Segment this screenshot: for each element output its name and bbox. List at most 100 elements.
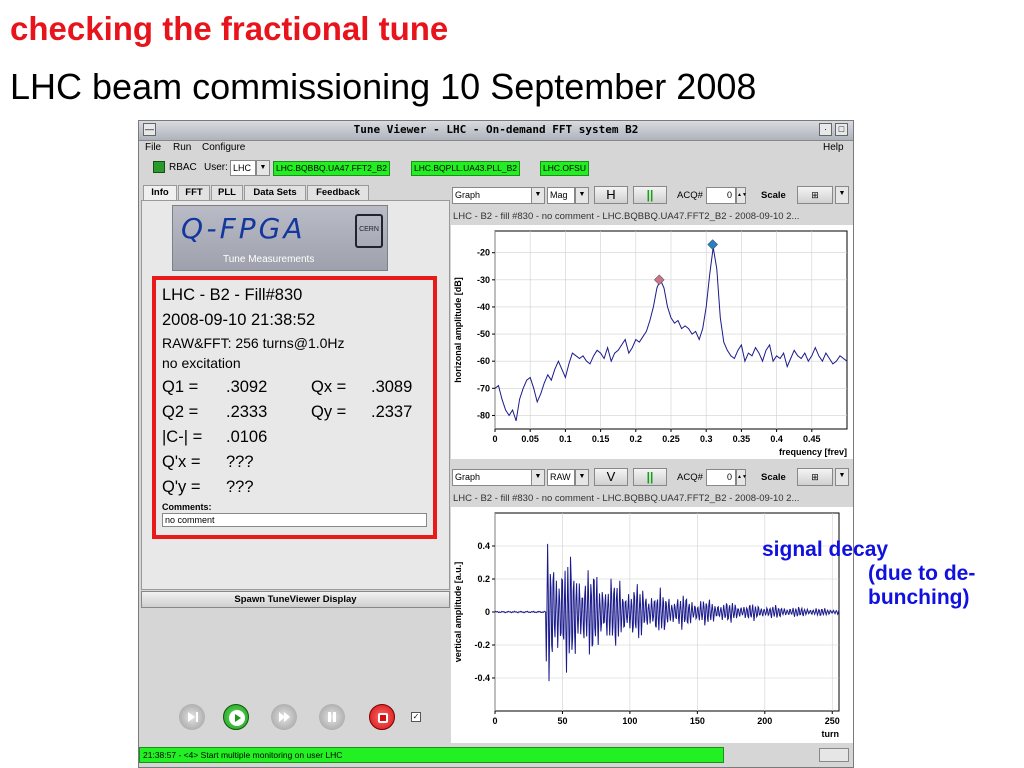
raw-y-tick-label: 0.2 <box>477 574 490 584</box>
top-acq-field[interactable]: 0 <box>706 187 736 204</box>
window-title: Tune Viewer - LHC - On-demand FFT system… <box>353 123 639 136</box>
tab-fft[interactable]: FFT <box>178 185 210 200</box>
menu-help[interactable]: Help <box>823 142 844 153</box>
bottom-view-select[interactable]: Graph <box>452 469 532 486</box>
top-chart-header: LHC - B2 - fill #830 - no comment - LHC.… <box>453 211 800 222</box>
spawn-tuneviewer-button[interactable]: Spawn TuneViewer Display <box>141 591 450 608</box>
bottom-scale-icon[interactable]: ⊞ <box>797 468 833 486</box>
top-pause-button[interactable]: || <box>633 186 667 204</box>
play-icon[interactable] <box>223 704 249 730</box>
fft-x-tick-label: 0.2 <box>630 434 643 444</box>
bottom-scale-dropdown-icon[interactable]: ▼ <box>835 468 849 486</box>
qy-label: Qy = <box>311 403 347 421</box>
tab-data-sets[interactable]: Data Sets <box>244 185 306 200</box>
status-bar: 21:38:57 - <4> Start multiple monitoring… <box>139 747 724 763</box>
menu-configure[interactable]: Configure <box>202 142 245 153</box>
pause-glyph <box>328 712 336 722</box>
skip-start-glyph <box>188 712 198 722</box>
step-forward-icon[interactable] <box>271 704 297 730</box>
menu-run[interactable]: Run <box>173 142 191 153</box>
rbac-icon <box>153 161 165 173</box>
bottom-mode-dropdown-icon[interactable]: ▼ <box>575 469 589 486</box>
raw-x-tick-label: 200 <box>757 716 772 726</box>
raw-x-tick-label: 50 <box>557 716 567 726</box>
chroma-x-value: ??? <box>226 453 254 471</box>
device-badge-pll[interactable]: LHC.BQPLL.UA43.PLL_B2 <box>411 161 521 176</box>
menu-file[interactable]: File <box>145 142 161 153</box>
raw-y-axis-label: vertical amplitude [a.u.] <box>453 562 463 663</box>
fft-y-tick-label: -60 <box>477 356 490 366</box>
fft-x-tick-label: 0.05 <box>521 434 539 444</box>
window-titlebar[interactable]: — Tune Viewer - LHC - On-demand FFT syst… <box>139 121 853 141</box>
tune-viewer-window: — Tune Viewer - LHC - On-demand FFT syst… <box>138 120 854 768</box>
fft-x-tick-label: 0.1 <box>559 434 572 444</box>
bottom-acq-field[interactable]: 0 <box>706 469 736 486</box>
chroma-x-label: Q'x = <box>162 453 201 471</box>
rbac-label[interactable]: RBAC <box>169 162 197 173</box>
qy-value: .2337 <box>371 403 413 421</box>
signal-decay-annotation: signal decay (due to de- bunching) <box>762 538 975 610</box>
bottom-mode-select[interactable]: RAW <box>547 469 575 486</box>
user-label: User: <box>204 162 228 173</box>
minimize-icon[interactable]: · <box>819 123 832 136</box>
coupling-label: |C-| = <box>162 428 203 446</box>
fft-x-tick-label: 0.3 <box>700 434 713 444</box>
toolbar: RBAC User: LHC ▼ LHC.BQBBQ.UA47.FFT2_B2 … <box>139 157 853 181</box>
stop-icon[interactable] <box>369 704 395 730</box>
bottom-acq-spinner-icon[interactable]: ▲▼ <box>736 469 747 486</box>
measurement-panel: LHC - B2 - Fill#830 2008-09-10 21:38:52 … <box>152 276 437 539</box>
maximize-icon[interactable]: □ <box>835 123 848 136</box>
menubar: File Run Configure Help <box>139 141 853 156</box>
top-chart-controls: Graph ▼ Mag ▼ H || ACQ# 0 ▲▼ Scale ⊞ ▼ <box>451 186 853 207</box>
top-view-dropdown-icon[interactable]: ▼ <box>531 187 545 204</box>
top-scale-label: Scale <box>761 190 786 201</box>
top-mode-dropdown-icon[interactable]: ▼ <box>575 187 589 204</box>
raw-x-tick-label: 150 <box>690 716 705 726</box>
skip-start-icon[interactable] <box>179 704 205 730</box>
q2-label: Q2 = <box>162 403 199 421</box>
bottom-plane-button[interactable]: V <box>594 468 628 486</box>
bottom-chart-header: LHC - B2 - fill #830 - no comment - LHC.… <box>453 493 800 504</box>
tab-info[interactable]: Info <box>143 185 177 200</box>
auto-checkbox[interactable]: ✓ <box>411 712 421 722</box>
logo-text: Q-FPGA <box>181 212 306 245</box>
acq-settings: RAW&FFT: 256 turns@1.0Hz <box>162 335 345 351</box>
top-acq-spinner-icon[interactable]: ▲▼ <box>736 187 747 204</box>
device-badge-fft[interactable]: LHC.BQBBQ.UA47.FFT2_B2 <box>273 161 391 176</box>
slide-subtitle: LHC beam commissioning 10 September 2008 <box>10 66 757 107</box>
top-plane-button[interactable]: H <box>594 186 628 204</box>
bottom-view-dropdown-icon[interactable]: ▼ <box>531 469 545 486</box>
top-scale-icon[interactable]: ⊞ <box>797 186 833 204</box>
raw-y-tick-label: -0.2 <box>474 640 490 650</box>
tab-feedback[interactable]: Feedback <box>307 185 369 200</box>
user-field[interactable]: LHC <box>230 160 256 176</box>
top-mode-select[interactable]: Mag <box>547 187 575 204</box>
qx-label: Qx = <box>311 378 347 396</box>
timestamp: 2008-09-10 21:38:52 <box>162 311 316 329</box>
fft-x-axis-label: frequency [frev] <box>779 447 847 457</box>
bottom-scale-label: Scale <box>761 472 786 483</box>
fft-y-tick-label: -40 <box>477 302 490 312</box>
qx-value: .3089 <box>371 378 413 396</box>
tab-pll[interactable]: PLL <box>211 185 243 200</box>
q2-value: .2333 <box>226 403 268 421</box>
cern-logo-icon: CERN <box>355 214 383 248</box>
pause-icon[interactable] <box>319 704 345 730</box>
comments-field[interactable]: no comment <box>162 513 427 527</box>
fft-spectrum-chart[interactable]: 0 0.05 0.1 0.15 0.2 0.25 0.3 0.35 0.4 0.45 -20 -30 -… <box>451 225 853 459</box>
coupling-value: .0106 <box>226 428 268 446</box>
bottom-pause-button[interactable]: || <box>633 468 667 486</box>
fft-y-tick-label: -80 <box>477 410 490 420</box>
raw-x-tick-label: 250 <box>825 716 840 726</box>
bottom-chart-controls: Graph ▼ RAW ▼ V || ACQ# 0 ▲▼ Scale ⊞ ▼ <box>451 468 853 489</box>
top-scale-dropdown-icon[interactable]: ▼ <box>835 186 849 204</box>
play-glyph <box>229 710 245 726</box>
top-view-select[interactable]: Graph <box>452 187 532 204</box>
user-dropdown-icon[interactable]: ▼ <box>256 160 270 176</box>
comments-label: Comments: <box>162 502 212 512</box>
q1-label: Q1 = <box>162 378 199 396</box>
resize-grip-icon[interactable] <box>819 748 849 762</box>
device-badge-ofsu[interactable]: LHC.OFSU <box>540 161 589 176</box>
annotation-line-2: (due to de- <box>868 562 976 585</box>
stop-glyph <box>378 713 388 723</box>
